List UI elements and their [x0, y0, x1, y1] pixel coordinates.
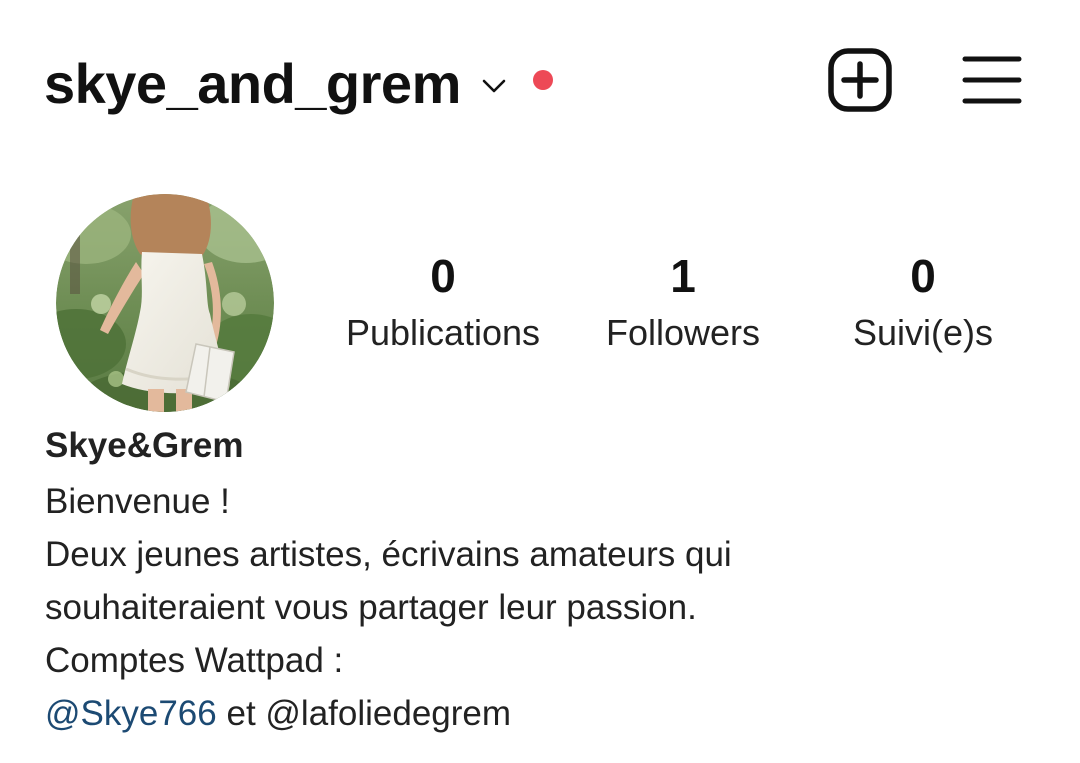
profile-stats: 0 Publications 1 Followers 0 Suivi(e)s [320, 248, 1050, 368]
followers-count: 1 [670, 250, 696, 302]
mention-skye766[interactable]: @Skye766 [45, 694, 217, 733]
posts-stat[interactable]: 0 Publications [323, 248, 563, 356]
profile-page: skye_and_grem 0 Publications 1 Followers… [0, 0, 1080, 763]
notification-dot [532, 70, 553, 90]
new-post-button[interactable] [822, 44, 898, 120]
following-stat[interactable]: 0 Suivi(e)s [803, 248, 1043, 356]
bio-line-welcome: Bienvenue ! [45, 482, 230, 521]
bio-line-description-2: souhaiteraient vous partager leur passio… [45, 588, 697, 627]
profile-header: skye_and_grem [0, 0, 1080, 160]
profile-summary: 0 Publications 1 Followers 0 Suivi(e)s [0, 190, 1080, 420]
posts-label: Publications [345, 312, 541, 353]
account-switcher[interactable]: skye_and_grem [44, 46, 553, 122]
display-name: Skye&Grem [45, 426, 244, 465]
followers-label: Followers [605, 312, 761, 353]
hamburger-menu-icon [961, 51, 1023, 114]
profile-username: skye_and_grem [44, 52, 461, 115]
avatar[interactable] [56, 194, 274, 412]
mention-connector: et [216, 694, 266, 733]
following-label: Suivi(e)s [852, 312, 994, 353]
plus-square-icon [827, 47, 893, 118]
profile-bio: Skye&Grem Bienvenue ! Deux jeunes artist… [45, 425, 1045, 740]
followers-stat[interactable]: 1 Followers [563, 248, 803, 356]
posts-count: 0 [430, 250, 456, 302]
mention-lafoliedegrem[interactable]: @lafoliedegrem [265, 694, 511, 733]
bio-line-description-1: Deux jeunes artistes, écrivains amateurs… [45, 535, 732, 574]
menu-button[interactable] [954, 44, 1030, 120]
following-count: 0 [910, 250, 936, 302]
bio-line-mentions: @Skye766 et @lafoliedegrem [45, 687, 1045, 740]
bio-line-wattpad: Comptes Wattpad : [45, 641, 344, 680]
chevron-down-icon [477, 69, 511, 103]
